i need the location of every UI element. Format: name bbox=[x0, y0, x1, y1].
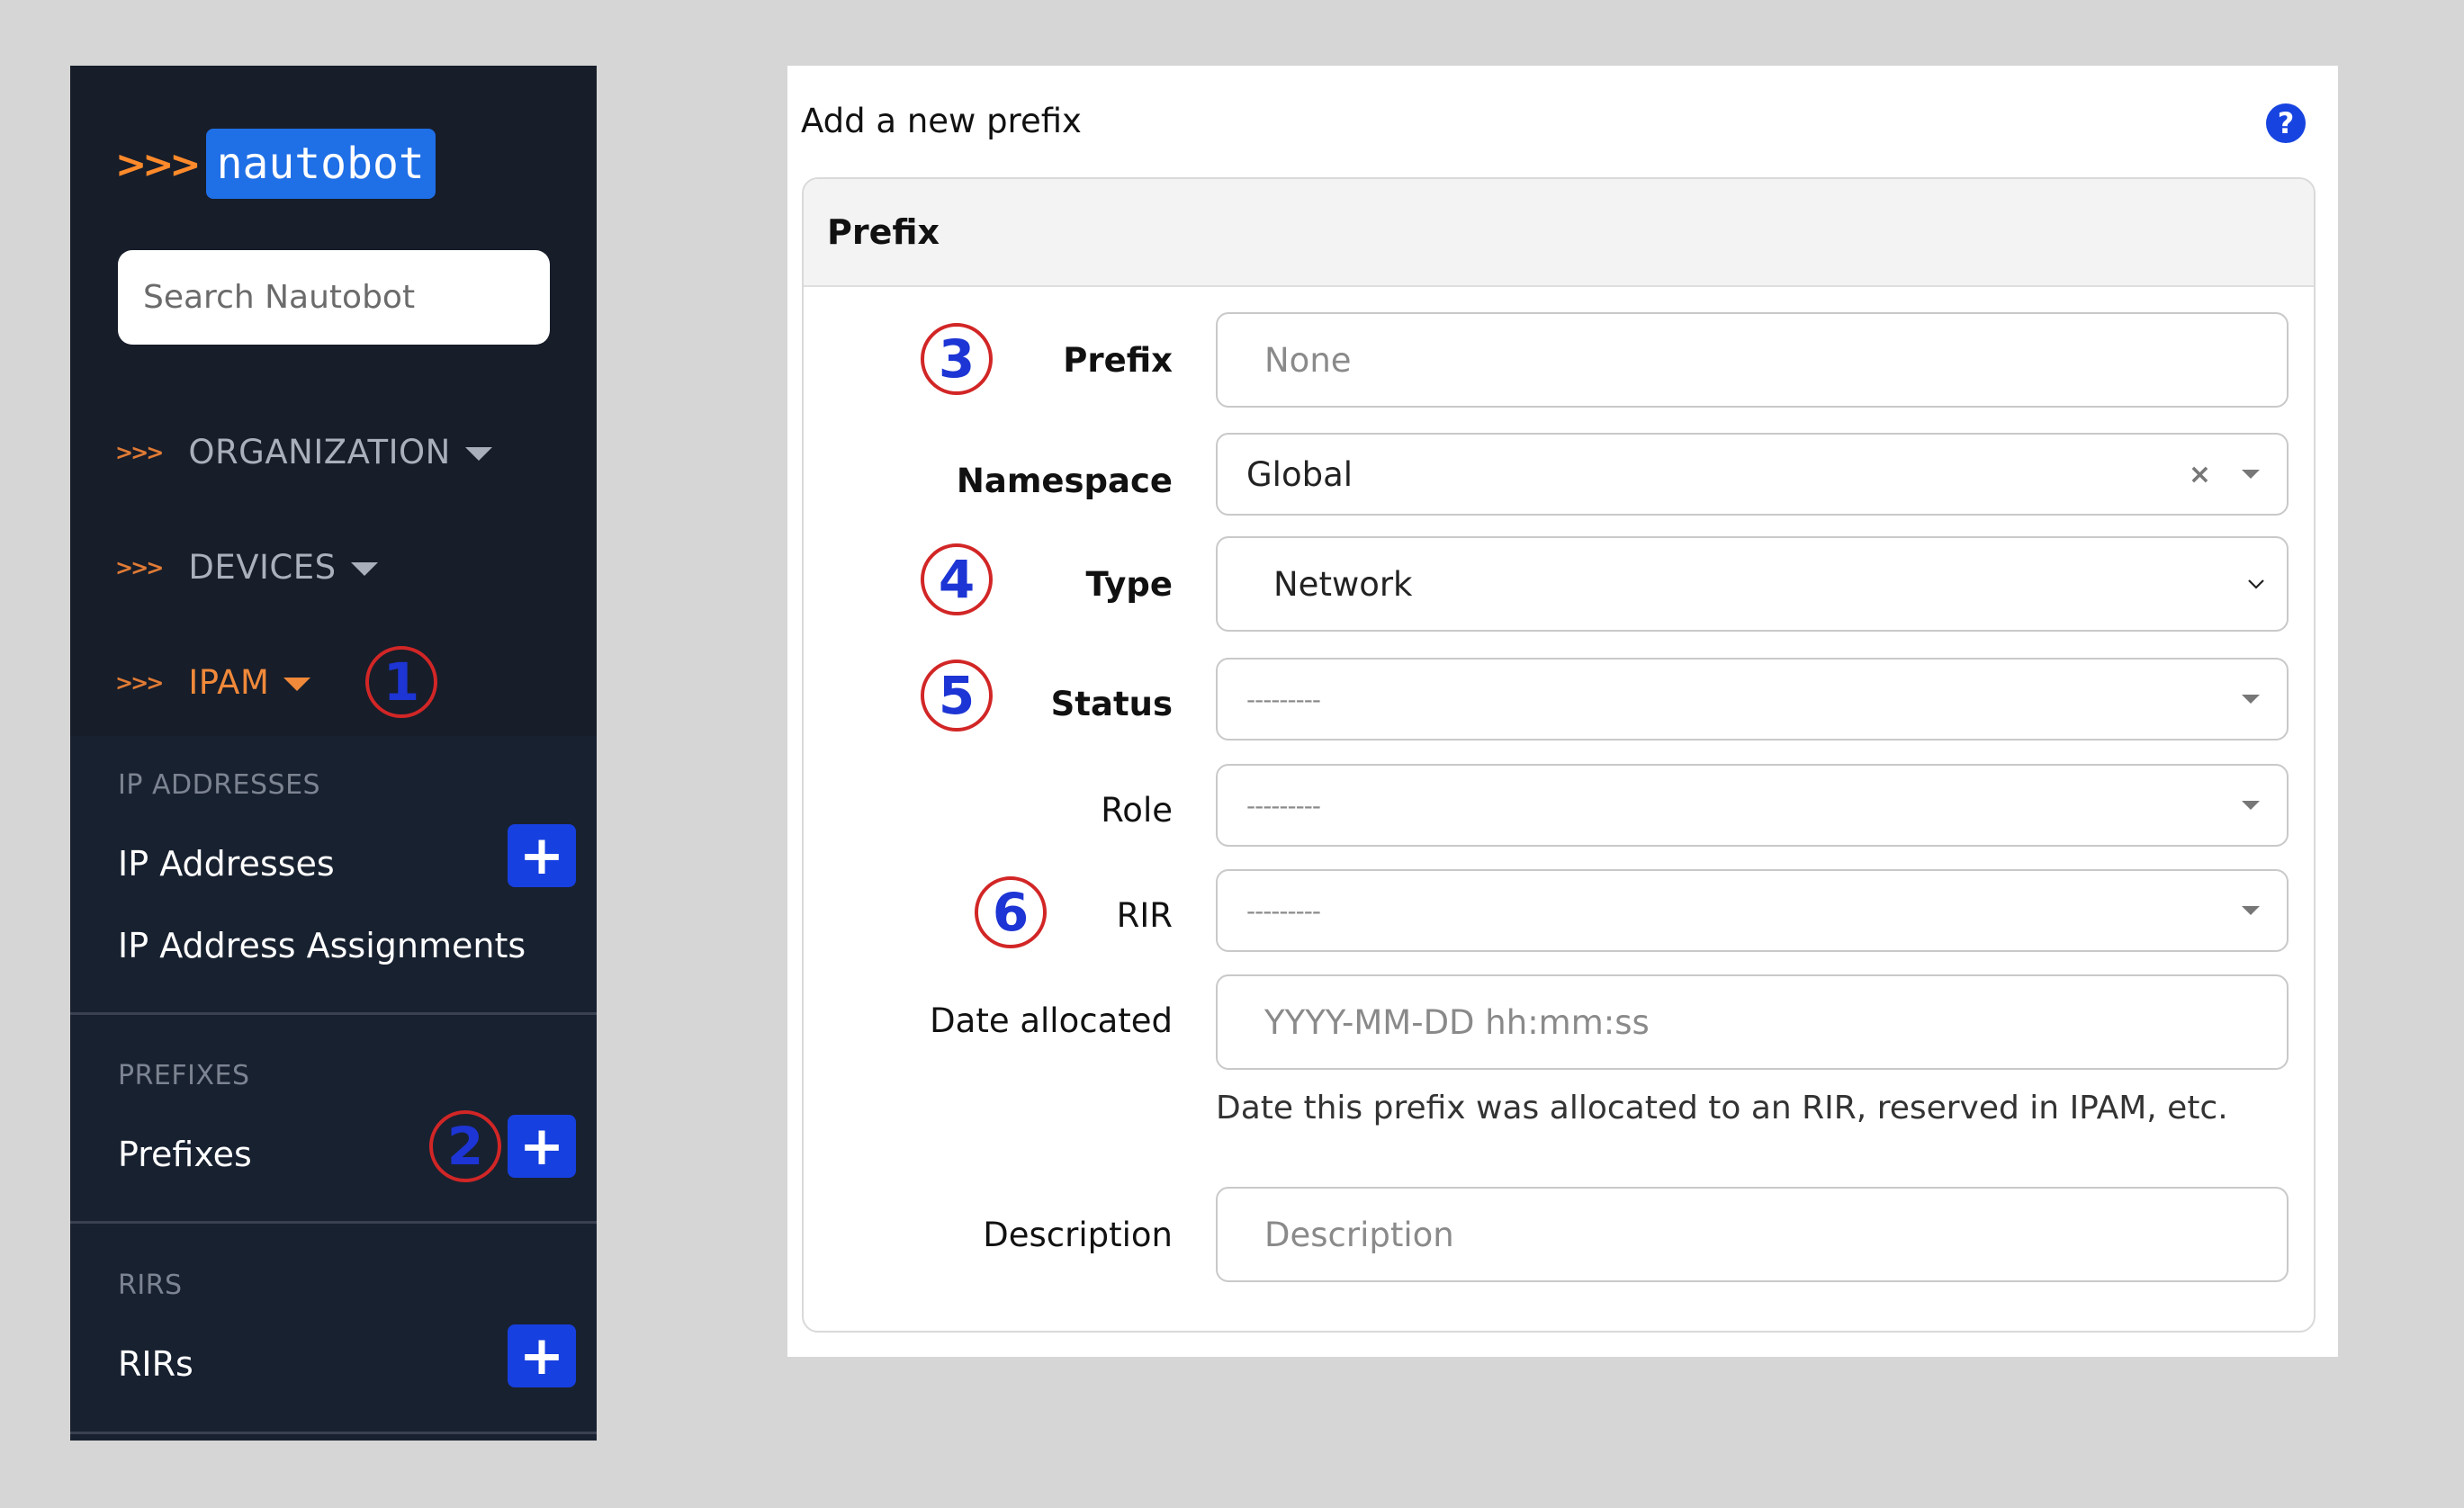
group-header-rirs: RIRS bbox=[118, 1270, 183, 1301]
status-select[interactable]: --------- bbox=[1216, 658, 2289, 741]
type-label: Type bbox=[1085, 565, 1173, 604]
form-row-description: Description bbox=[804, 1187, 2314, 1284]
rir-select[interactable]: --------- bbox=[1216, 869, 2289, 952]
nav-chevrons-icon: >>> bbox=[115, 554, 164, 580]
search-input[interactable] bbox=[118, 250, 550, 345]
callout-marker-3: 3 bbox=[921, 323, 993, 395]
callout-marker-5: 5 bbox=[921, 660, 993, 732]
caret-down-icon bbox=[2242, 470, 2260, 479]
brand-chevrons: >>> bbox=[115, 141, 202, 186]
caret-down-icon bbox=[2242, 695, 2260, 704]
group-header-prefixes: PREFIXES bbox=[118, 1060, 250, 1091]
divider bbox=[70, 1012, 597, 1015]
form-row-role: Role --------- bbox=[804, 764, 2314, 847]
form-row-status: 5 Status --------- bbox=[804, 658, 2314, 741]
nav-ipam[interactable]: >>> IPAM bbox=[115, 663, 311, 702]
status-label: Status bbox=[1050, 685, 1173, 723]
divider bbox=[70, 1221, 597, 1224]
date-allocated-input[interactable] bbox=[1218, 976, 2287, 1068]
sidebar: >>> nautobot >>> ORGANIZATION >>> DEVICE… bbox=[70, 66, 597, 1441]
add-prefix-button[interactable]: + bbox=[508, 1115, 576, 1178]
nav-label: DEVICES bbox=[188, 548, 337, 587]
role-select[interactable]: --------- bbox=[1216, 764, 2289, 847]
nav-chevrons-icon: >>> bbox=[115, 669, 164, 696]
nav-organization[interactable]: >>> ORGANIZATION bbox=[115, 433, 492, 471]
plus-icon: + bbox=[518, 824, 565, 887]
prefix-card: Prefix 3 Prefix Namespace Global × 4 bbox=[802, 177, 2316, 1333]
menu-item-prefixes[interactable]: Prefixes bbox=[118, 1135, 252, 1174]
caret-down-icon bbox=[2242, 906, 2260, 915]
search-box bbox=[118, 250, 550, 345]
form-row-prefix: 3 Prefix bbox=[804, 312, 2314, 409]
callout-marker-4: 4 bbox=[921, 543, 993, 615]
divider bbox=[70, 1432, 597, 1434]
prefix-field bbox=[1216, 312, 2289, 408]
description-input[interactable] bbox=[1218, 1189, 2287, 1280]
description-label: Description bbox=[983, 1216, 1173, 1254]
caret-down-icon bbox=[464, 447, 492, 461]
form-row-namespace: Namespace Global × bbox=[804, 433, 2314, 516]
brand-logo[interactable]: >>> nautobot bbox=[115, 129, 436, 199]
status-value: --------- bbox=[1246, 684, 1321, 714]
add-rir-button[interactable]: + bbox=[508, 1324, 576, 1387]
namespace-select[interactable]: Global × bbox=[1216, 433, 2289, 516]
clear-icon[interactable]: × bbox=[2189, 459, 2211, 490]
role-label: Role bbox=[1101, 791, 1173, 830]
callout-marker-2: 2 bbox=[429, 1110, 501, 1182]
menu-item-ip-addresses[interactable]: IP Addresses bbox=[118, 844, 335, 884]
form-row-date-allocated: Date allocated Date this prefix was allo… bbox=[804, 974, 2314, 1154]
form-row-type: 4 Type Network bbox=[804, 536, 2314, 633]
menu-item-rirs[interactable]: RIRs bbox=[118, 1344, 193, 1384]
nav-devices[interactable]: >>> DEVICES bbox=[115, 548, 378, 587]
plus-icon: + bbox=[518, 1115, 565, 1178]
description-field bbox=[1216, 1187, 2289, 1282]
prefix-label: Prefix bbox=[1063, 341, 1173, 380]
caret-down-icon bbox=[2242, 801, 2260, 810]
namespace-value: Global bbox=[1246, 454, 1353, 494]
type-value: Network bbox=[1273, 564, 1413, 604]
date-allocated-label: Date allocated bbox=[930, 1001, 1173, 1040]
date-allocated-help-text: Date this prefix was allocated to an RIR… bbox=[1216, 1090, 2228, 1127]
plus-icon: + bbox=[518, 1324, 565, 1387]
nav-label: IPAM bbox=[188, 663, 270, 702]
callout-marker-6: 6 bbox=[975, 876, 1047, 948]
role-value: --------- bbox=[1246, 790, 1321, 821]
date-allocated-field bbox=[1216, 974, 2289, 1070]
form-row-rir: 6 RIR --------- bbox=[804, 869, 2314, 952]
chevron-down-icon bbox=[2248, 579, 2264, 589]
rir-value: --------- bbox=[1246, 895, 1321, 926]
brand-name: nautobot bbox=[205, 129, 436, 199]
help-icon[interactable]: ? bbox=[2266, 103, 2306, 143]
add-ip-address-button[interactable]: + bbox=[508, 824, 576, 887]
rir-label: RIR bbox=[1116, 896, 1173, 935]
menu-item-ip-address-assignments[interactable]: IP Address Assignments bbox=[118, 926, 526, 965]
page-title: Add a new prefix bbox=[801, 102, 1082, 140]
callout-marker-1: 1 bbox=[365, 646, 437, 718]
card-header: Prefix bbox=[804, 179, 2314, 287]
group-header-ip-addresses: IP ADDRESSES bbox=[118, 769, 321, 801]
prefix-input[interactable] bbox=[1218, 314, 2287, 406]
add-prefix-panel: Add a new prefix ? Prefix 3 Prefix Names… bbox=[787, 66, 2338, 1357]
type-select[interactable]: Network bbox=[1216, 536, 2289, 632]
caret-down-icon bbox=[283, 678, 311, 691]
namespace-label: Namespace bbox=[956, 462, 1173, 500]
nav-chevrons-icon: >>> bbox=[115, 439, 164, 465]
caret-down-icon bbox=[350, 562, 378, 576]
nav-label: ORGANIZATION bbox=[188, 433, 451, 471]
